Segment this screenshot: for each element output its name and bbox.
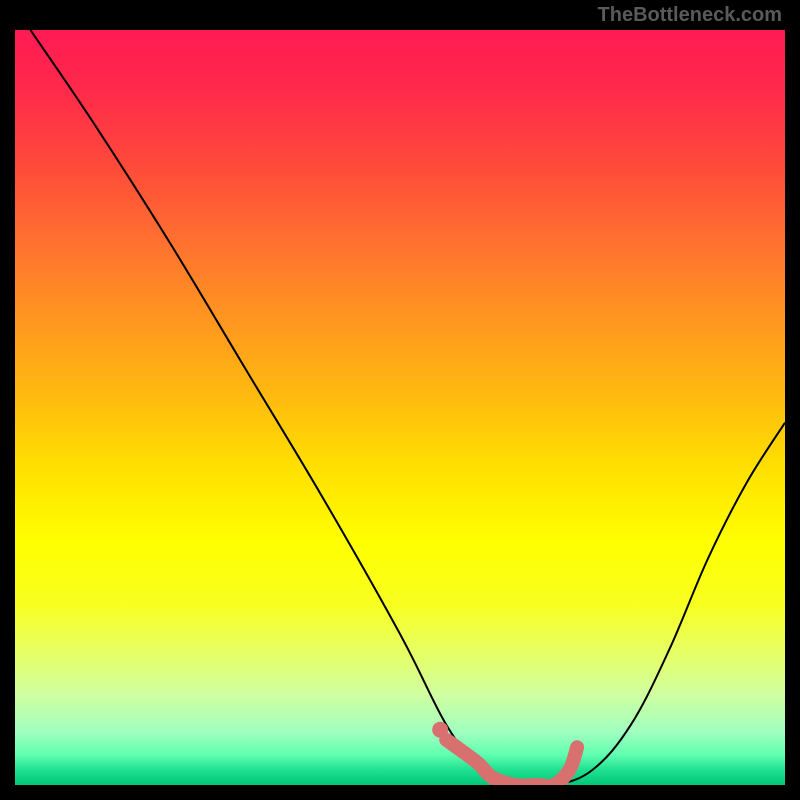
- optimal-range-highlight: [446, 740, 577, 785]
- chart-plot-area: [15, 30, 785, 785]
- chart-svg: [15, 30, 785, 785]
- bottleneck-curve-line: [30, 30, 785, 785]
- attribution-label: TheBottleneck.com: [598, 4, 782, 27]
- optimal-range-start-dot: [432, 722, 448, 738]
